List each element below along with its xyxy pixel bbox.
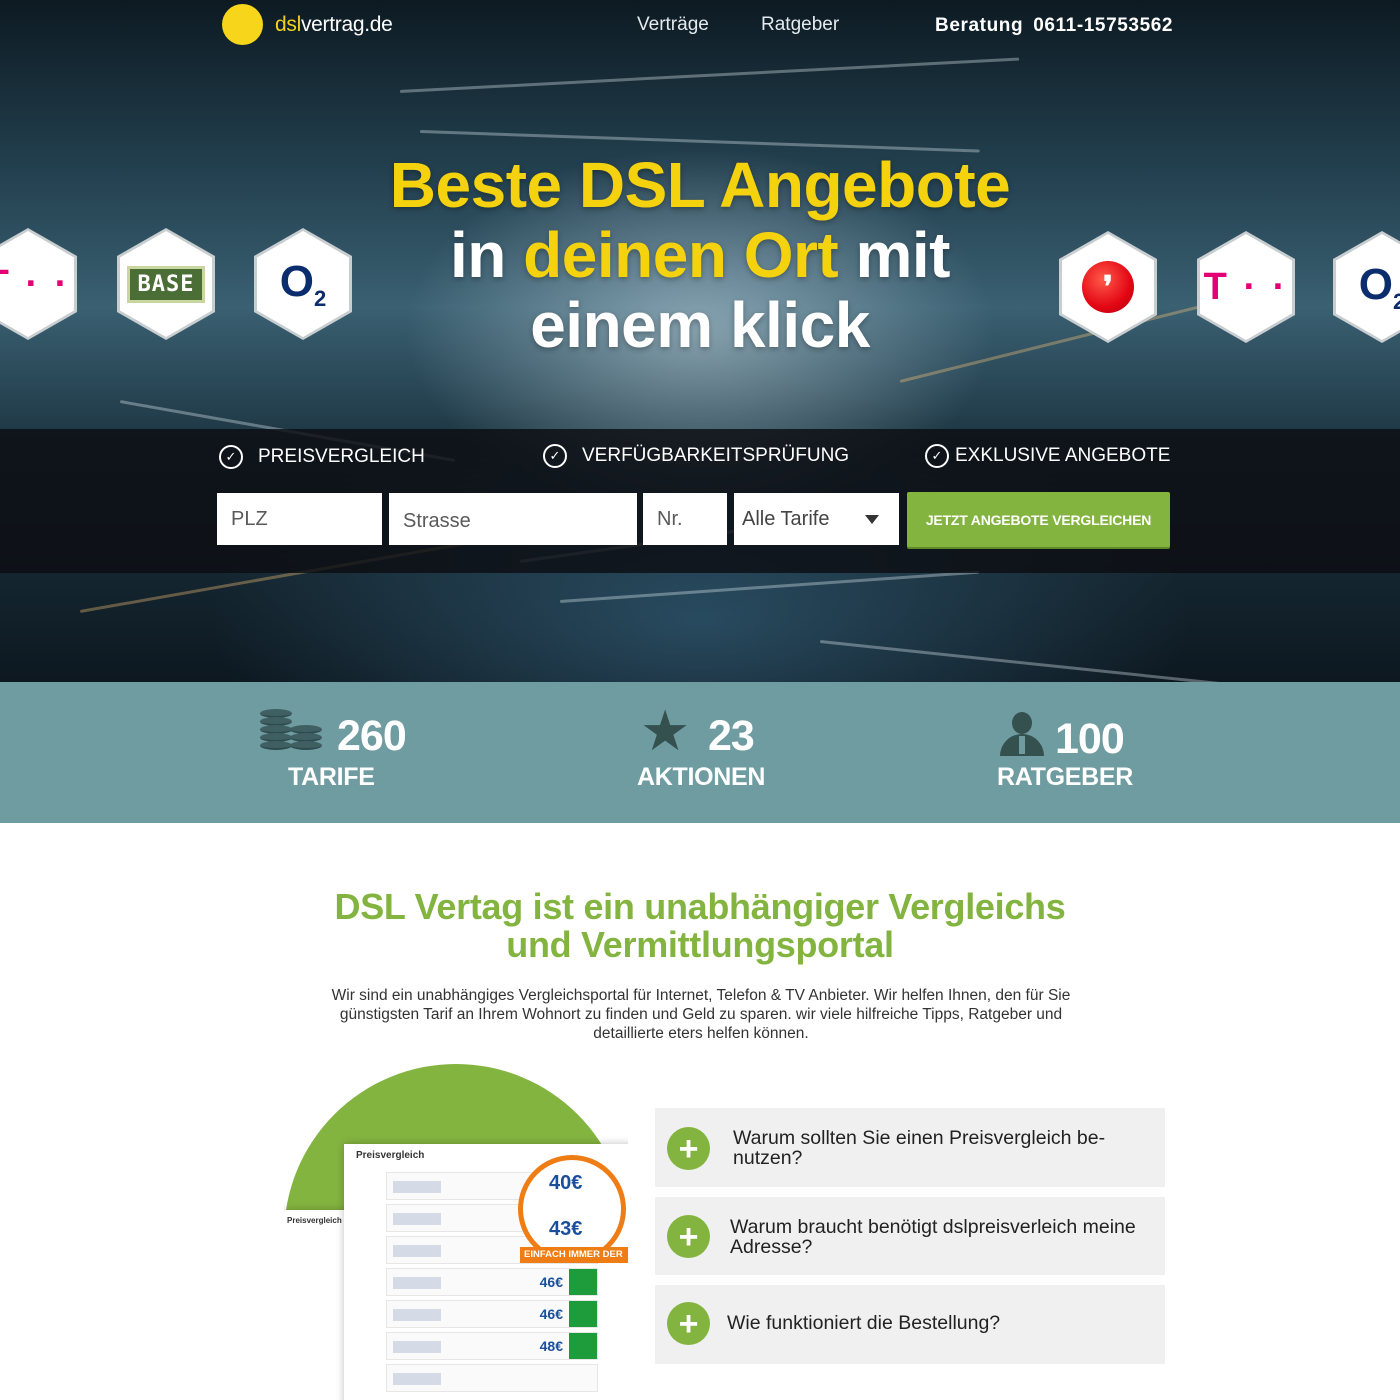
stat-number: 100 [1055, 715, 1125, 763]
headline-line-2: in deinen Ort mit [450, 219, 950, 291]
price-comparison-illustration: Preisvergleich Preisvergleich 46€ 46€ 48… [284, 1064, 628, 1400]
headline-line-1: Beste DSL Angebote [389, 149, 1011, 221]
tariff-select[interactable]: Alle Tarife [734, 493, 899, 545]
nav-item-ratgeber[interactable]: Ratgeber [761, 14, 839, 36]
compare-offers-button[interactable]: JETZT ANGEBOTE VERGLEICHEN [907, 492, 1170, 547]
faq-question: Wie funktioniert die Bestellung? [727, 1312, 1001, 1334]
faq-item[interactable]: + Warum braucht benötigt dslpreisverleic… [655, 1197, 1165, 1275]
stat-number: 23 [708, 712, 755, 760]
faq-item[interactable]: + Warum sollten Sie einen Preisvergleich… [655, 1108, 1165, 1187]
faq-item[interactable]: + Wie funktioniert die Bestellung? [655, 1285, 1165, 1364]
plus-icon[interactable]: + [667, 1302, 710, 1345]
light-streak [399, 57, 1020, 93]
top-navigation: dslvertrag.de Verträge Ratgeber Beratung… [0, 0, 1400, 56]
zoom-banner: EINFACH IMMER DER [520, 1247, 628, 1263]
caret-down-icon [865, 515, 879, 524]
plus-icon[interactable]: + [667, 1127, 710, 1170]
headline-line-3: einem klick [530, 289, 870, 361]
stat-label: TARIFE [288, 763, 375, 791]
logo-circle-icon [222, 4, 263, 45]
check-circle-icon: ✓ [543, 444, 567, 468]
faq-question: Warum braucht benötigt dslpreisverleich … [730, 1216, 1136, 1258]
person-icon [998, 712, 1046, 756]
plz-input[interactable] [217, 493, 382, 545]
check-circle-icon: ✓ [219, 445, 243, 469]
nav-item-vertraege[interactable]: Verträge [637, 14, 709, 36]
section-title: DSL Vertag ist ein unabhängiger Vergleic… [334, 886, 1066, 965]
light-streak [819, 640, 1238, 682]
stat-label: AKTIONEN [637, 763, 766, 791]
star-icon: ★ [640, 699, 691, 762]
hero-headline: Beste DSL Angebote in deinen Ort mit ein… [300, 150, 1100, 360]
site-logo[interactable]: dslvertrag.de [222, 4, 393, 45]
section-description: Wir sind ein unabhängiges Vergleichsport… [331, 987, 1071, 1042]
house-number-input[interactable] [643, 493, 727, 545]
feature-verfuegbarkeit: ✓ VERFÜGBARKEITSPRÜFUNG [543, 444, 849, 468]
logo-text: dslvertrag.de [275, 12, 393, 36]
light-streak [559, 570, 980, 603]
street-input[interactable] [389, 493, 637, 545]
plus-icon[interactable]: + [667, 1215, 710, 1258]
check-circle-icon: ✓ [925, 444, 949, 468]
faq-question: Warum sollten Sie einen Preisvergleich b… [733, 1127, 1106, 1169]
stat-number: 260 [337, 712, 407, 760]
stat-label: RATGEBER [997, 763, 1134, 791]
feature-exklusive-angebote: ✓ EXKLUSIVE ANGEBOTE [925, 444, 1170, 468]
feature-preisvergleich: ✓ PREISVERGLEICH [219, 445, 425, 469]
contact-phone[interactable]: Beratung 0611-15753562 [935, 15, 1173, 37]
stats-bar [0, 682, 1400, 823]
